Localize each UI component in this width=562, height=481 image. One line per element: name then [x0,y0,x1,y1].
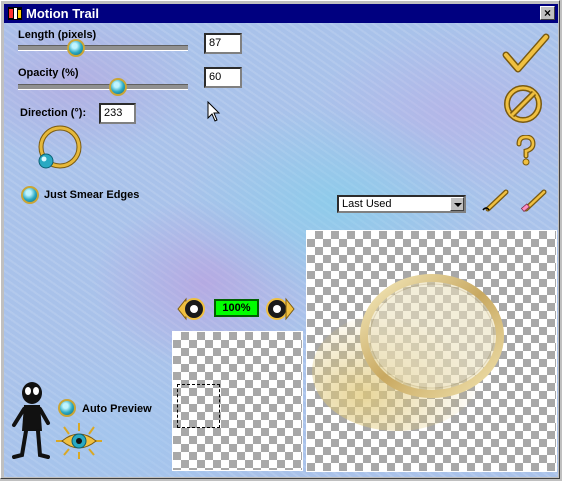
motion-trail-dialog: Motion Trail × Length (pixels) 87 Opacit… [0,0,560,479]
preset-select-value: Last Used [342,198,392,210]
zoom-out-icon[interactable] [264,295,296,323]
navigator-viewport[interactable] [177,384,220,428]
preview-image [312,274,504,431]
opacity-input[interactable]: 60 [204,67,242,88]
app-icon [8,7,22,20]
just-smear-edges-label: Just Smear Edges [44,189,140,201]
length-input[interactable]: 87 [204,33,242,54]
navigator-preview[interactable] [172,331,303,471]
close-button[interactable]: × [540,6,555,20]
length-label: Length (pixels) [18,29,97,41]
save-preset-icon[interactable] [482,189,510,213]
preset-select[interactable]: Last Used [337,195,466,213]
length-slider-track[interactable] [18,45,188,51]
opacity-slider-track[interactable] [18,84,188,90]
just-smear-edges-checkbox[interactable] [21,186,39,204]
auto-preview-label: Auto Preview [82,403,152,415]
title-bar[interactable]: Motion Trail × [4,4,558,23]
chevron-down-icon[interactable] [450,197,464,211]
mascot-icon [12,382,50,459]
length-slider-knob[interactable] [66,39,85,57]
opacity-label: Opacity (%) [18,67,79,79]
direction-dial[interactable] [32,121,88,177]
mouse-pointer-icon [207,101,221,122]
checkmark-icon[interactable] [502,33,550,73]
close-icon: × [543,6,551,20]
eye-icon[interactable] [54,421,104,463]
zoom-level: 100% [214,299,259,317]
auto-preview-checkbox[interactable] [58,399,76,417]
help-icon[interactable] [514,135,538,167]
main-preview[interactable] [306,230,557,472]
direction-input[interactable]: 233 [99,103,136,124]
cancel-icon[interactable] [502,83,546,127]
dialog-body: Length (pixels) 87 Opacity (%) 60 Direct… [4,23,558,477]
zoom-in-icon[interactable] [176,295,208,323]
opacity-slider-knob[interactable] [109,78,128,96]
direction-label: Direction (°): [20,107,87,119]
window-title: Motion Trail [26,6,99,21]
delete-preset-icon[interactable] [520,189,548,213]
